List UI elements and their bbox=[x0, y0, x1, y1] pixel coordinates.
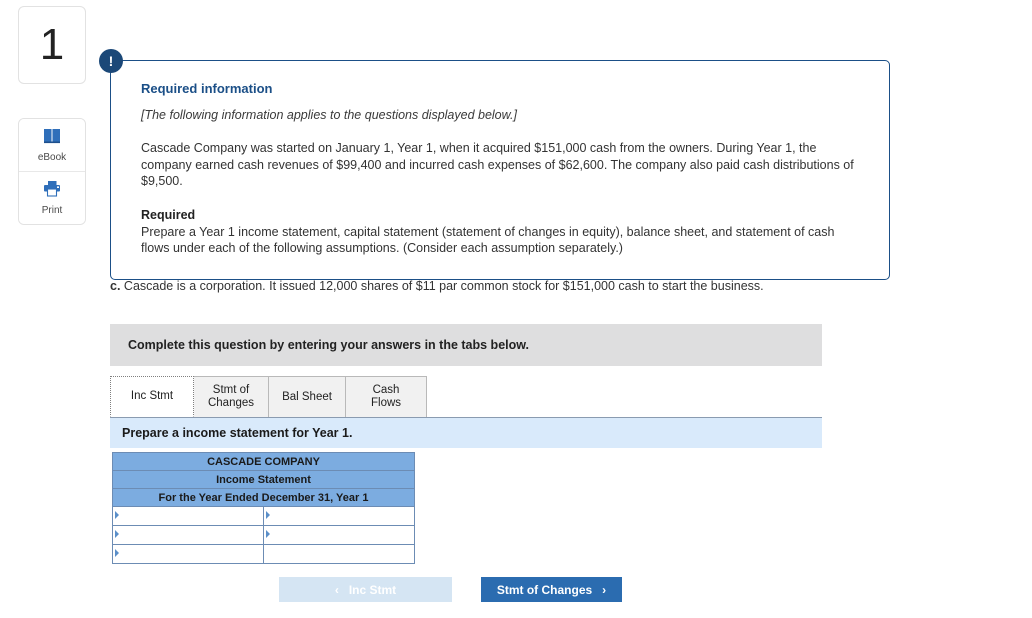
previous-tab-button[interactable]: ‹ Inc Stmt bbox=[279, 577, 452, 602]
table-row-statement-title: Income Statement bbox=[112, 470, 415, 489]
tab-inc-stmt-label: Inc Stmt bbox=[130, 390, 174, 402]
statement-period-cell: For the Year Ended December 31, Year 1 bbox=[112, 488, 415, 507]
chevron-right-icon: › bbox=[602, 582, 607, 597]
income-statement-table: CASCADE COMPANY Income Statement For the… bbox=[112, 452, 415, 564]
chevron-left-icon: ‹ bbox=[334, 582, 339, 597]
required-heading: Required bbox=[141, 207, 196, 222]
tab-cash-flows[interactable]: Cash Flows bbox=[345, 376, 427, 417]
tab-cash-flows-label: Cash Flows bbox=[370, 384, 402, 409]
ebook-label: eBook bbox=[37, 151, 67, 163]
tab-inc-stmt[interactable]: Inc Stmt bbox=[110, 376, 194, 417]
entry-amount-input-2[interactable] bbox=[263, 525, 415, 545]
print-label: Print bbox=[41, 205, 63, 216]
complete-question-text: Complete this question by entering your … bbox=[128, 338, 529, 352]
table-row bbox=[112, 525, 415, 545]
company-name-cell: CASCADE COMPANY bbox=[112, 452, 415, 471]
question-number: 1 bbox=[39, 20, 65, 69]
entry-amount-input-1[interactable] bbox=[263, 506, 415, 526]
dropdown-arrow-icon bbox=[266, 511, 270, 519]
required-text: Prepare a Year 1 income statement, capit… bbox=[141, 224, 835, 256]
scenario-text: Cascade Company was started on January 1… bbox=[141, 141, 854, 188]
book-icon bbox=[43, 128, 61, 149]
part-c-letter: c. bbox=[110, 279, 121, 293]
dropdown-arrow-icon bbox=[266, 530, 270, 538]
instruction-bar: Prepare a income statement for Year 1. bbox=[110, 418, 822, 448]
applies-note: [The following information applies to th… bbox=[141, 108, 517, 122]
dropdown-arrow-icon bbox=[115, 549, 119, 557]
dropdown-arrow-icon bbox=[115, 511, 119, 519]
previous-tab-label: Inc Stmt bbox=[348, 582, 397, 597]
entry-label-input-3[interactable] bbox=[112, 544, 264, 564]
tab-stmt-of-changes[interactable]: Stmt of Changes bbox=[193, 376, 269, 417]
entry-label-input-1[interactable] bbox=[112, 506, 264, 526]
tab-bal-sheet-label: Bal Sheet bbox=[282, 390, 332, 403]
complete-question-banner: Complete this question by entering your … bbox=[110, 324, 822, 366]
tool-card: eBook Print bbox=[18, 118, 86, 225]
left-rail: 1 eBook Print bbox=[18, 6, 86, 225]
part-c-question: c. Cascade is a corporation. It issued 1… bbox=[110, 279, 910, 293]
print-button[interactable]: Print bbox=[19, 171, 85, 224]
next-tab-button[interactable]: Stmt of Changes › bbox=[481, 577, 622, 602]
required-information-panel: ! Required information [The following in… bbox=[99, 49, 890, 280]
entry-total-amount-input[interactable] bbox=[263, 544, 415, 564]
tab-strip: Inc Stmt Stmt of Changes Bal Sheet Cash … bbox=[110, 376, 822, 418]
ebook-button[interactable]: eBook bbox=[19, 119, 85, 171]
statement-title-cell: Income Statement bbox=[112, 470, 415, 489]
table-row-company-name: CASCADE COMPANY bbox=[112, 452, 415, 471]
entry-label-input-2[interactable] bbox=[112, 525, 264, 545]
question-number-card: 1 bbox=[18, 6, 86, 84]
next-tab-label: Stmt of Changes bbox=[496, 582, 593, 597]
part-c-text: Cascade is a corporation. It issued 12,0… bbox=[120, 279, 764, 293]
exclamation-icon: ! bbox=[99, 49, 123, 73]
instruction-text: Prepare a income statement for Year 1. bbox=[122, 426, 353, 440]
printer-icon bbox=[42, 180, 62, 202]
table-row bbox=[112, 544, 415, 564]
dropdown-arrow-icon bbox=[115, 530, 119, 538]
tab-bal-sheet[interactable]: Bal Sheet bbox=[268, 376, 346, 417]
tab-navigation-buttons: ‹ Inc Stmt Stmt of Changes › bbox=[279, 577, 622, 602]
tab-stmt-of-changes-label: Stmt of Changes bbox=[207, 384, 255, 409]
table-row bbox=[112, 506, 415, 526]
table-row-period: For the Year Ended December 31, Year 1 bbox=[112, 488, 415, 507]
required-information-heading: Required information bbox=[141, 81, 273, 96]
